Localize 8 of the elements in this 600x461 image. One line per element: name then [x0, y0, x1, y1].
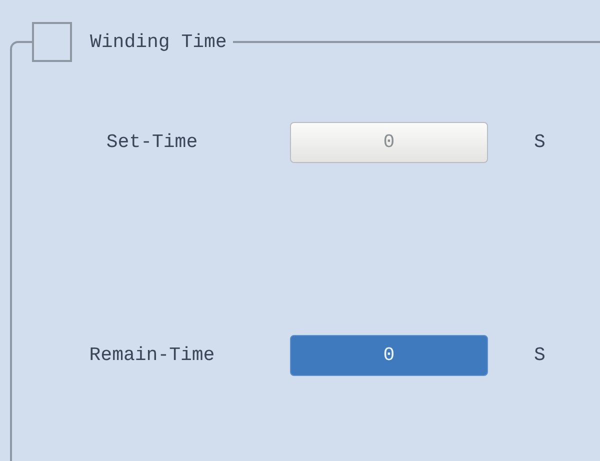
unit-label: S: [534, 130, 546, 156]
field-label: Remain-Time: [88, 343, 216, 368]
input-field[interactable]: 0: [290, 122, 488, 163]
value-display: 0: [290, 335, 488, 376]
checkbox[interactable]: [32, 22, 72, 62]
field-label: Set-Time: [105, 130, 199, 156]
unit-label: S: [534, 343, 546, 368]
group-title: Winding Time: [90, 30, 227, 55]
